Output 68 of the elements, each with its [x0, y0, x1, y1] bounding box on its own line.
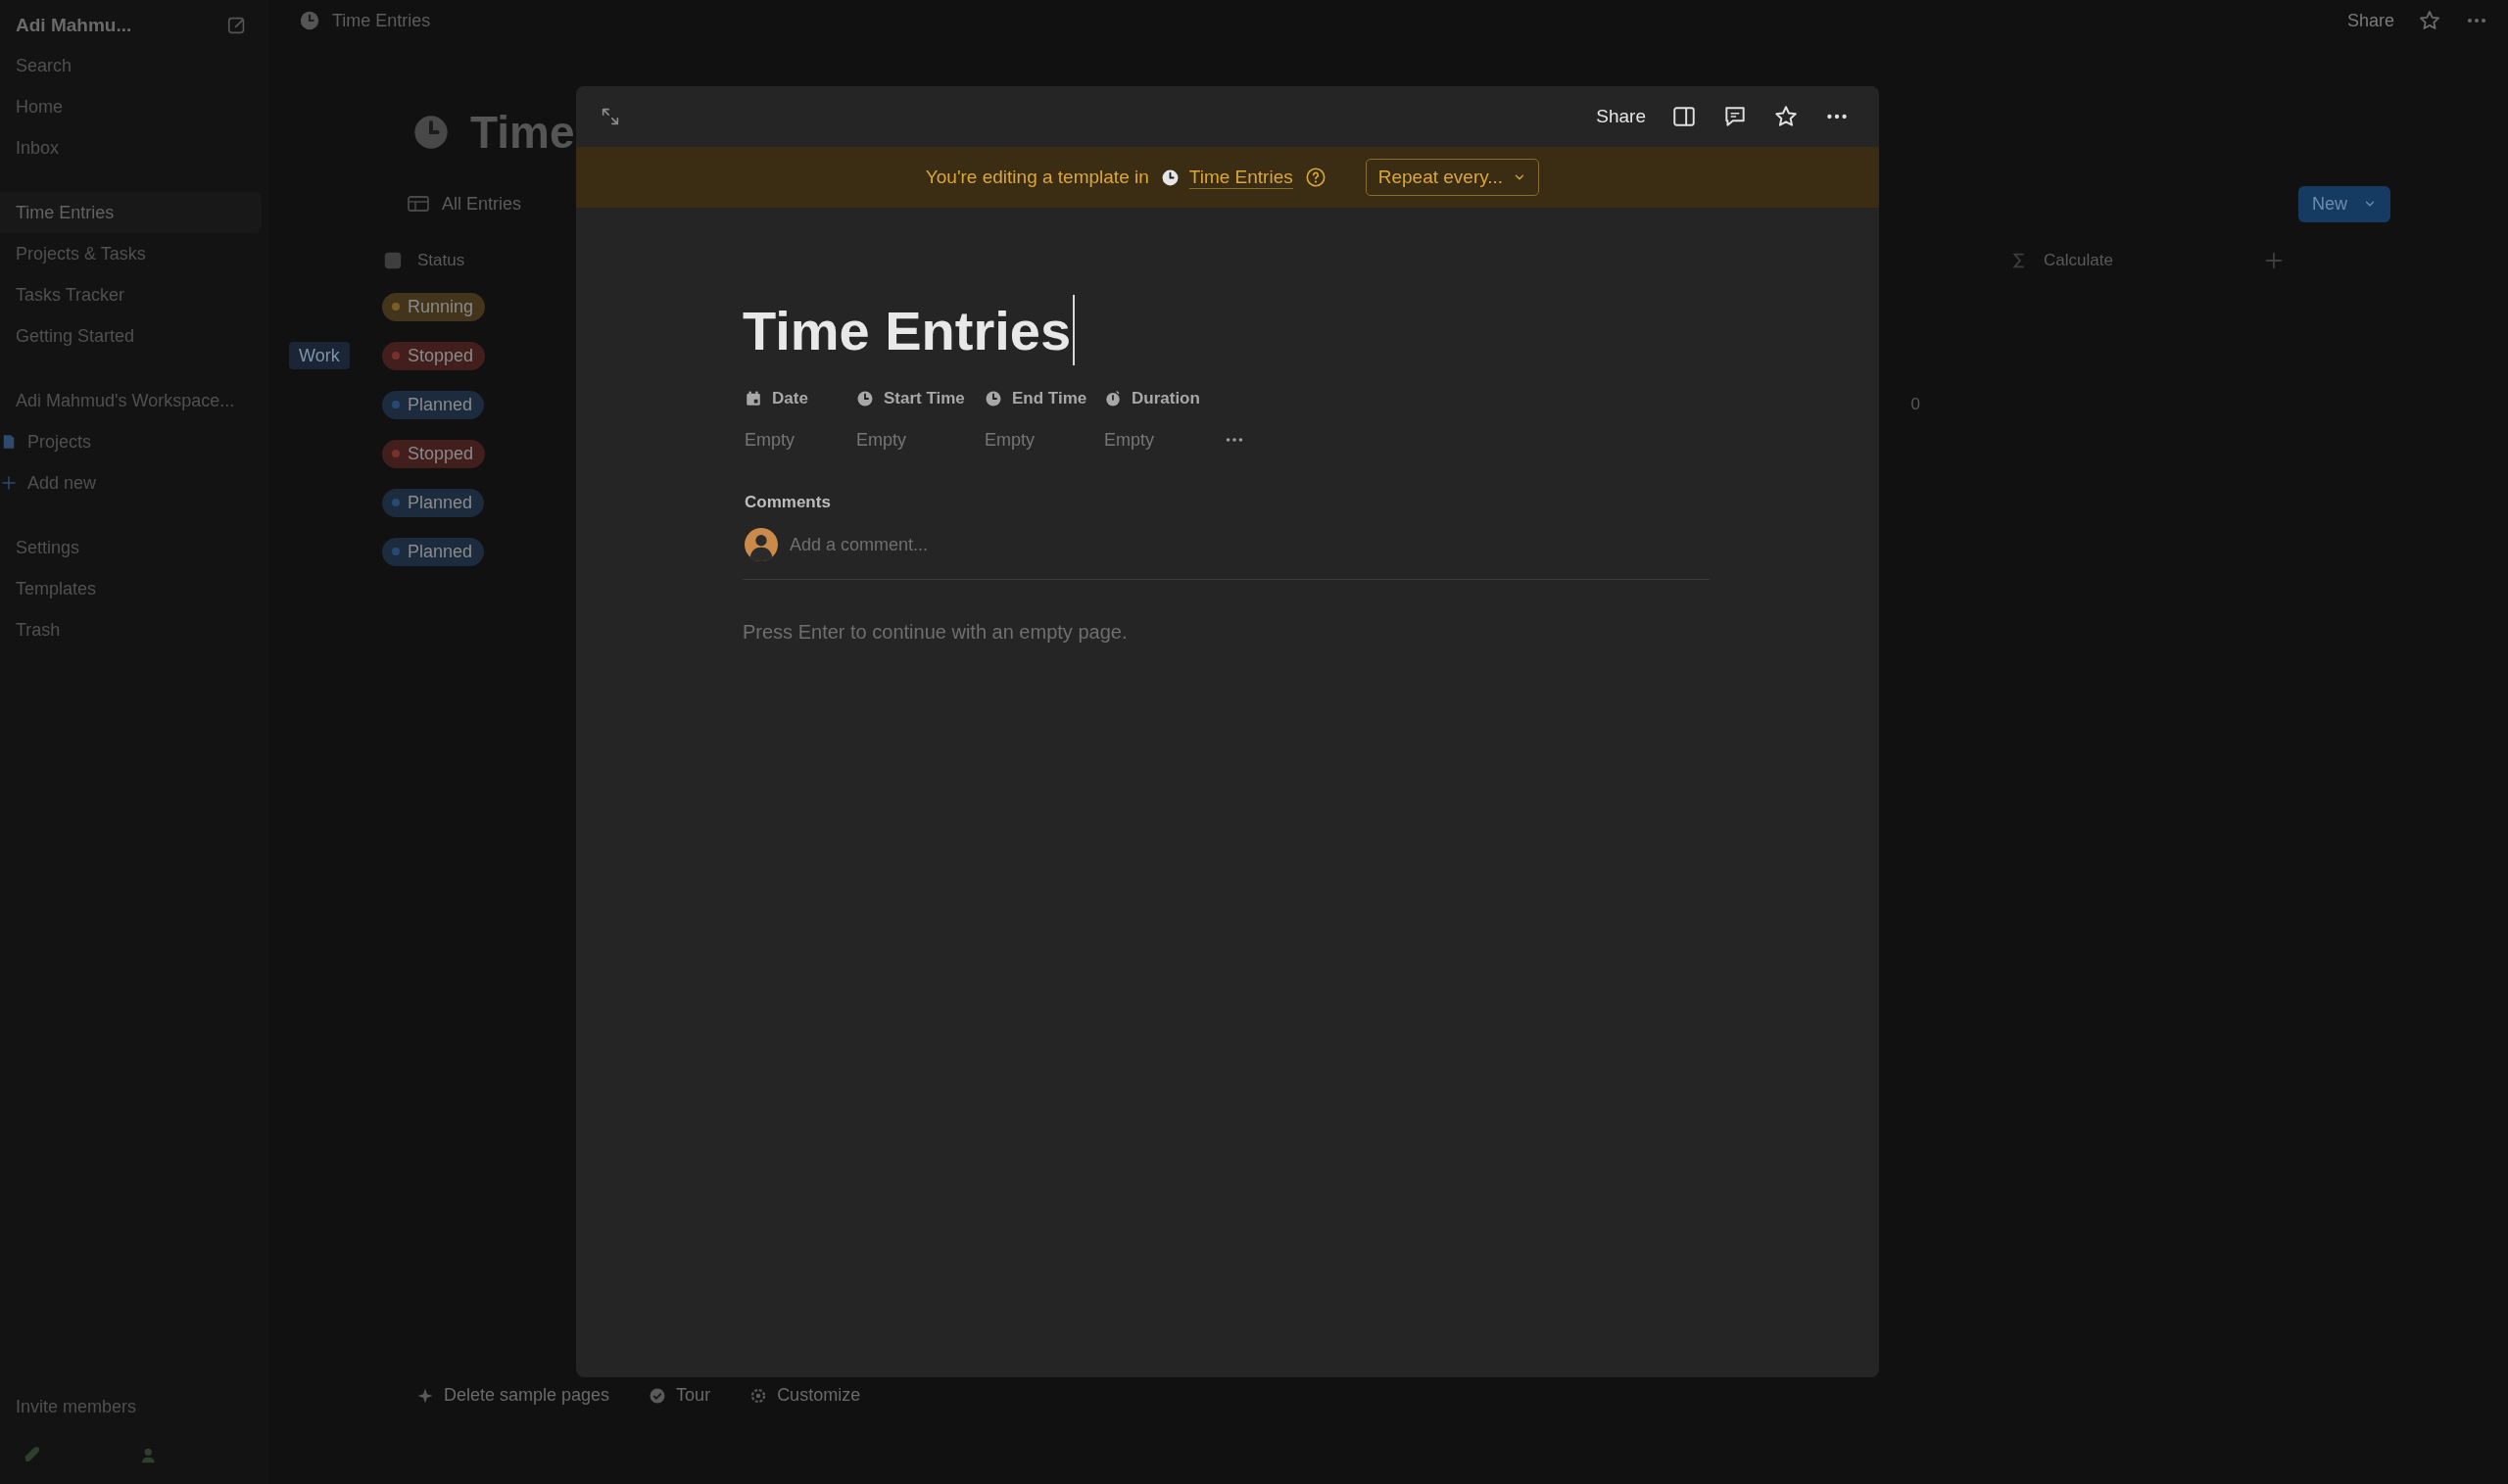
view-tab[interactable]: All Entries — [407, 192, 522, 215]
share-button[interactable]: Share — [2346, 10, 2394, 31]
invite-link[interactable]: Invite members — [0, 1386, 262, 1427]
clock-icon — [411, 113, 451, 152]
banner-text: You're editing a template in — [925, 167, 1149, 188]
status-tag: Planned — [382, 390, 485, 419]
stopwatch-icon — [1104, 390, 1122, 407]
footer-action[interactable]: Delete sample pages — [416, 1385, 610, 1406]
avatar — [745, 528, 778, 561]
table-cell: 0 — [1910, 395, 1920, 413]
property-name[interactable]: Duration — [1104, 389, 1224, 408]
status-tag: Stopped — [382, 439, 486, 468]
status-tag: Stopped — [382, 341, 486, 370]
database-link[interactable]: Time Entries — [1160, 166, 1293, 189]
empty-page-hint: Press Enter to continue with an empty page. — [743, 621, 1129, 644]
property-value[interactable]: Empty — [745, 429, 856, 451]
clock-icon — [856, 390, 874, 407]
clock-icon — [1160, 168, 1180, 187]
check-icon — [649, 1386, 667, 1405]
comment-field[interactable]: Add a comment... — [790, 530, 1710, 559]
calculate-header[interactable]: Calculate — [2008, 250, 2263, 271]
side-panel-icon[interactable] — [1671, 104, 1697, 129]
calendar-icon — [745, 390, 762, 407]
sidebar-item[interactable]: Projects & Tasks — [0, 233, 262, 274]
property-name[interactable]: End Time — [985, 389, 1104, 408]
column-header[interactable]: Status — [382, 250, 578, 271]
workspace-name[interactable]: Adi Mahmu... — [16, 15, 132, 36]
star-icon[interactable] — [2418, 9, 2441, 32]
sidebar-item[interactable]: Add new — [0, 462, 262, 503]
sidebar-item[interactable]: Tasks Tracker — [0, 274, 262, 315]
workspace-item[interactable]: Adi Mahmud's Workspace... — [0, 380, 262, 421]
sidebar-item[interactable]: Templates — [0, 568, 262, 609]
tag: Work — [289, 341, 350, 369]
sidebar-item[interactable]: Settings — [0, 527, 262, 568]
sidebar-item[interactable]: Inbox — [0, 127, 262, 168]
comment-icon[interactable] — [1722, 104, 1748, 129]
footer-action[interactable]: Tour — [649, 1385, 711, 1406]
sidebar-item[interactable]: Projects — [0, 421, 262, 462]
property-value[interactable]: Empty — [985, 429, 1104, 451]
sidebar-item[interactable]: Home — [0, 86, 262, 127]
property-value[interactable]: Empty — [1104, 429, 1224, 451]
plus-icon — [0, 474, 18, 492]
property-name[interactable]: Date — [745, 389, 856, 408]
status-tag: Running — [382, 292, 486, 321]
footer-action[interactable]: Customize — [749, 1385, 861, 1406]
property-name[interactable]: Start Time — [856, 389, 985, 408]
status-tag: Planned — [382, 488, 485, 517]
sidebar-item[interactable]: Getting Started — [0, 315, 262, 357]
expand-icon[interactable] — [600, 106, 621, 127]
repeat-dropdown[interactable]: Repeat every... — [1365, 159, 1540, 196]
share-button[interactable]: Share — [1596, 106, 1646, 127]
gear-icon — [749, 1386, 768, 1405]
page-title: Time — [470, 106, 575, 159]
sidebar-item[interactable]: Trash — [0, 609, 262, 650]
breadcrumb[interactable]: Time Entries — [299, 10, 431, 31]
star-icon[interactable] — [1773, 104, 1799, 129]
status-tag: Planned — [382, 537, 485, 566]
clock-icon — [299, 10, 320, 31]
sidebar-item[interactable]: Time Entries — [0, 192, 262, 233]
sidebar-item[interactable]: Search — [0, 45, 262, 86]
comments-label: Comments — [744, 493, 832, 512]
text-cursor — [1073, 295, 1076, 365]
page-title[interactable]: Time Entries — [743, 298, 1072, 362]
help-icon[interactable] — [1304, 167, 1326, 188]
property-value[interactable]: Empty — [856, 429, 985, 451]
clock-icon — [985, 390, 1002, 407]
new-button[interactable]: New — [2298, 185, 2390, 222]
status-icon — [382, 250, 404, 271]
